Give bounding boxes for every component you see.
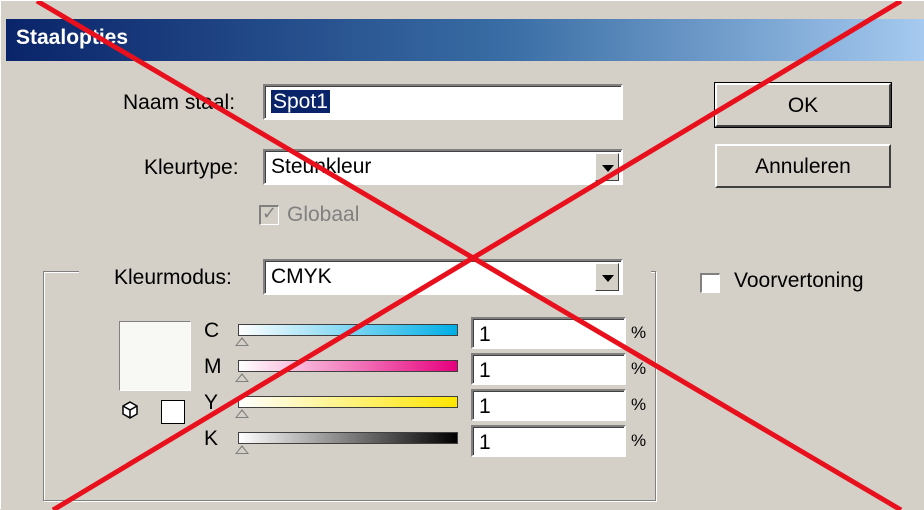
voorvertoning-checkbox[interactable] xyxy=(700,273,720,293)
kleurmodus-dropdown-arrow-icon[interactable] xyxy=(595,263,619,291)
cancel-button[interactable]: Annuleren xyxy=(715,144,891,188)
dialog-window: Staalopties Naam staal: Spot1 Kleurtype:… xyxy=(0,0,924,510)
channel-slider-y[interactable] xyxy=(238,396,458,408)
channel-slider-thumb-c[interactable] xyxy=(235,337,250,346)
naam-staal-value: Spot1 xyxy=(271,90,330,113)
channel-unit-y: % xyxy=(631,395,647,414)
kleurtype-dropdown[interactable]: Steunkleur xyxy=(263,149,623,185)
globaal-label: Globaal xyxy=(287,203,360,226)
cancel-button-label: Annuleren xyxy=(755,155,851,178)
channel-slider-k[interactable] xyxy=(238,432,458,444)
channel-slider-thumb-y[interactable] xyxy=(235,409,250,418)
channel-input-y[interactable]: 1 xyxy=(471,389,626,421)
channel-label-m: M xyxy=(204,355,222,378)
kleurmodus-value: CMYK xyxy=(271,265,332,288)
kleurmodus-label: Kleurmodus: xyxy=(114,266,232,289)
gamut-warning-cube-icon xyxy=(122,401,138,419)
color-swatch-preview xyxy=(119,321,191,391)
channel-unit-m: % xyxy=(631,359,647,378)
channel-label-y: Y xyxy=(204,391,219,414)
channel-label-k: K xyxy=(204,427,219,450)
channel-value-y: 1 xyxy=(479,395,491,418)
naam-staal-input[interactable]: Spot1 xyxy=(263,84,623,120)
channel-input-k[interactable]: 1 xyxy=(471,425,626,457)
channel-slider-thumb-m[interactable] xyxy=(235,373,250,382)
gamut-color-swatch[interactable] xyxy=(161,400,185,424)
channel-unit-c: % xyxy=(631,323,647,342)
kleurtype-label: Kleurtype: xyxy=(144,156,239,179)
kleurmodus-dropdown[interactable]: CMYK xyxy=(263,259,623,295)
kleurtype-value: Steunkleur xyxy=(271,155,372,178)
globaal-checkbox[interactable] xyxy=(259,203,279,225)
ok-button[interactable]: OK xyxy=(714,82,892,128)
channel-slider-thumb-k[interactable] xyxy=(235,445,250,454)
naam-staal-label: Naam staal: xyxy=(123,91,236,114)
channel-input-m[interactable]: 1 xyxy=(471,353,626,385)
channel-slider-m[interactable] xyxy=(238,360,458,372)
channel-value-k: 1 xyxy=(479,431,491,454)
ok-button-label: OK xyxy=(787,94,819,117)
dialog-title: Staalopties xyxy=(16,26,129,49)
channel-value-m: 1 xyxy=(479,359,491,382)
title-bar[interactable]: Staalopties xyxy=(6,19,924,61)
channel-value-c: 1 xyxy=(479,323,491,346)
voorvertoning-label: Voorvertoning xyxy=(734,269,864,292)
kleurtype-dropdown-arrow-icon[interactable] xyxy=(595,153,619,181)
channel-unit-k: % xyxy=(631,431,647,450)
channel-slider-c[interactable] xyxy=(238,324,458,336)
channel-input-c[interactable]: 1 xyxy=(471,317,626,349)
channel-label-c: C xyxy=(204,319,220,342)
